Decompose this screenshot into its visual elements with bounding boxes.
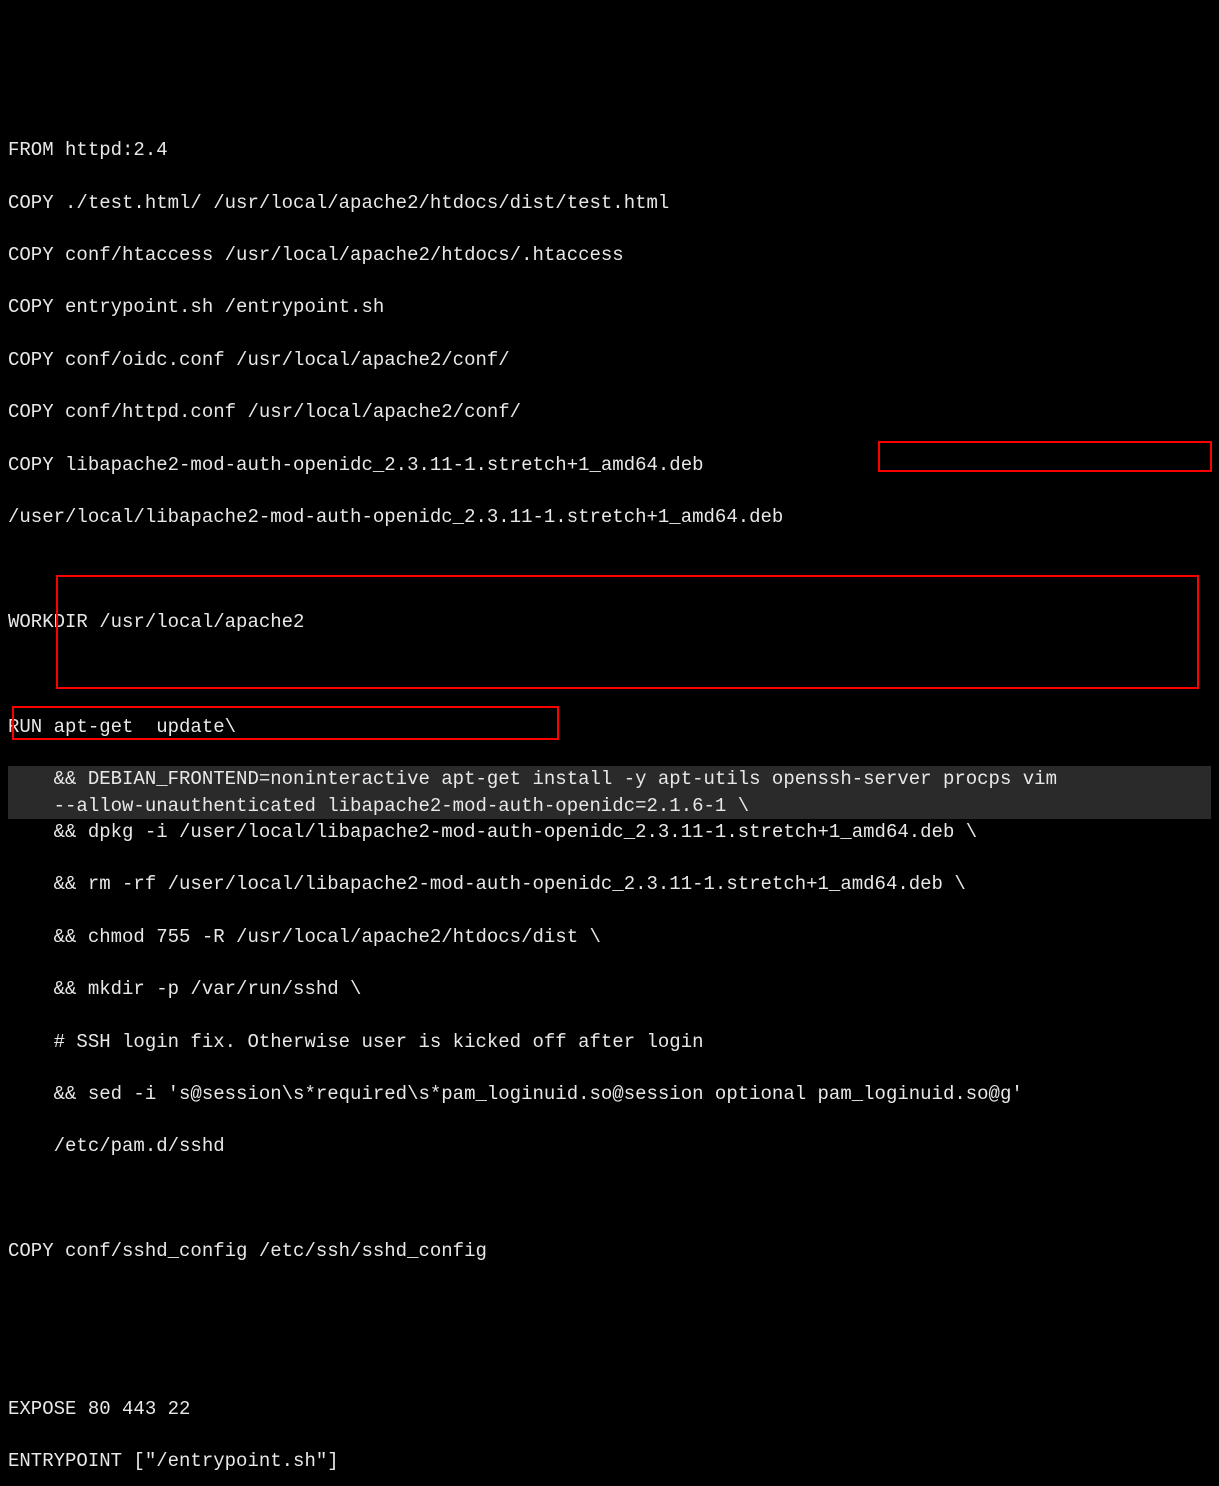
code-line: COPY conf/oidc.conf /usr/local/apache2/c… (8, 347, 1211, 373)
code-line: # SSH login fix. Otherwise user is kicke… (8, 1029, 1211, 1055)
code-line: && mkdir -p /var/run/sshd \ (8, 976, 1211, 1002)
blank-line (8, 1343, 1211, 1369)
code-line: && sed -i 's@session\s*required\s*pam_lo… (8, 1081, 1211, 1107)
code-line-highlighted: && DEBIAN_FRONTEND=noninteractive apt-ge… (8, 766, 1211, 792)
code-line: RUN apt-get update\ (8, 714, 1211, 740)
code-line: EXPOSE 80 443 22 (8, 1396, 1211, 1422)
blank-line (8, 557, 1211, 583)
code-line: && dpkg -i /user/local/libapache2-mod-au… (8, 819, 1211, 845)
blank-line (8, 1291, 1211, 1317)
code-line: && rm -rf /user/local/libapache2-mod-aut… (8, 871, 1211, 897)
code-block: FROM httpd:2.4 COPY ./test.html/ /usr/lo… (8, 111, 1211, 1486)
code-line-highlighted: --allow-unauthenticated libapache2-mod-a… (8, 793, 1211, 819)
code-line: && chmod 755 -R /usr/local/apache2/htdoc… (8, 924, 1211, 950)
code-line: COPY entrypoint.sh /entrypoint.sh (8, 294, 1211, 320)
code-line: FROM httpd:2.4 (8, 137, 1211, 163)
code-line: COPY conf/httpd.conf /usr/local/apache2/… (8, 399, 1211, 425)
code-line: COPY conf/sshd_config /etc/ssh/sshd_conf… (8, 1238, 1211, 1264)
code-line: /etc/pam.d/sshd (8, 1133, 1211, 1159)
code-line: /user/local/libapache2-mod-auth-openidc_… (8, 504, 1211, 530)
code-line: COPY ./test.html/ /usr/local/apache2/htd… (8, 190, 1211, 216)
blank-line (8, 1186, 1211, 1212)
code-line: COPY conf/htaccess /usr/local/apache2/ht… (8, 242, 1211, 268)
blank-line (8, 661, 1211, 687)
code-line: ENTRYPOINT ["/entrypoint.sh"] (8, 1448, 1211, 1474)
code-line: WORKDIR /usr/local/apache2 (8, 609, 1211, 635)
code-line: COPY libapache2-mod-auth-openidc_2.3.11-… (8, 452, 1211, 478)
